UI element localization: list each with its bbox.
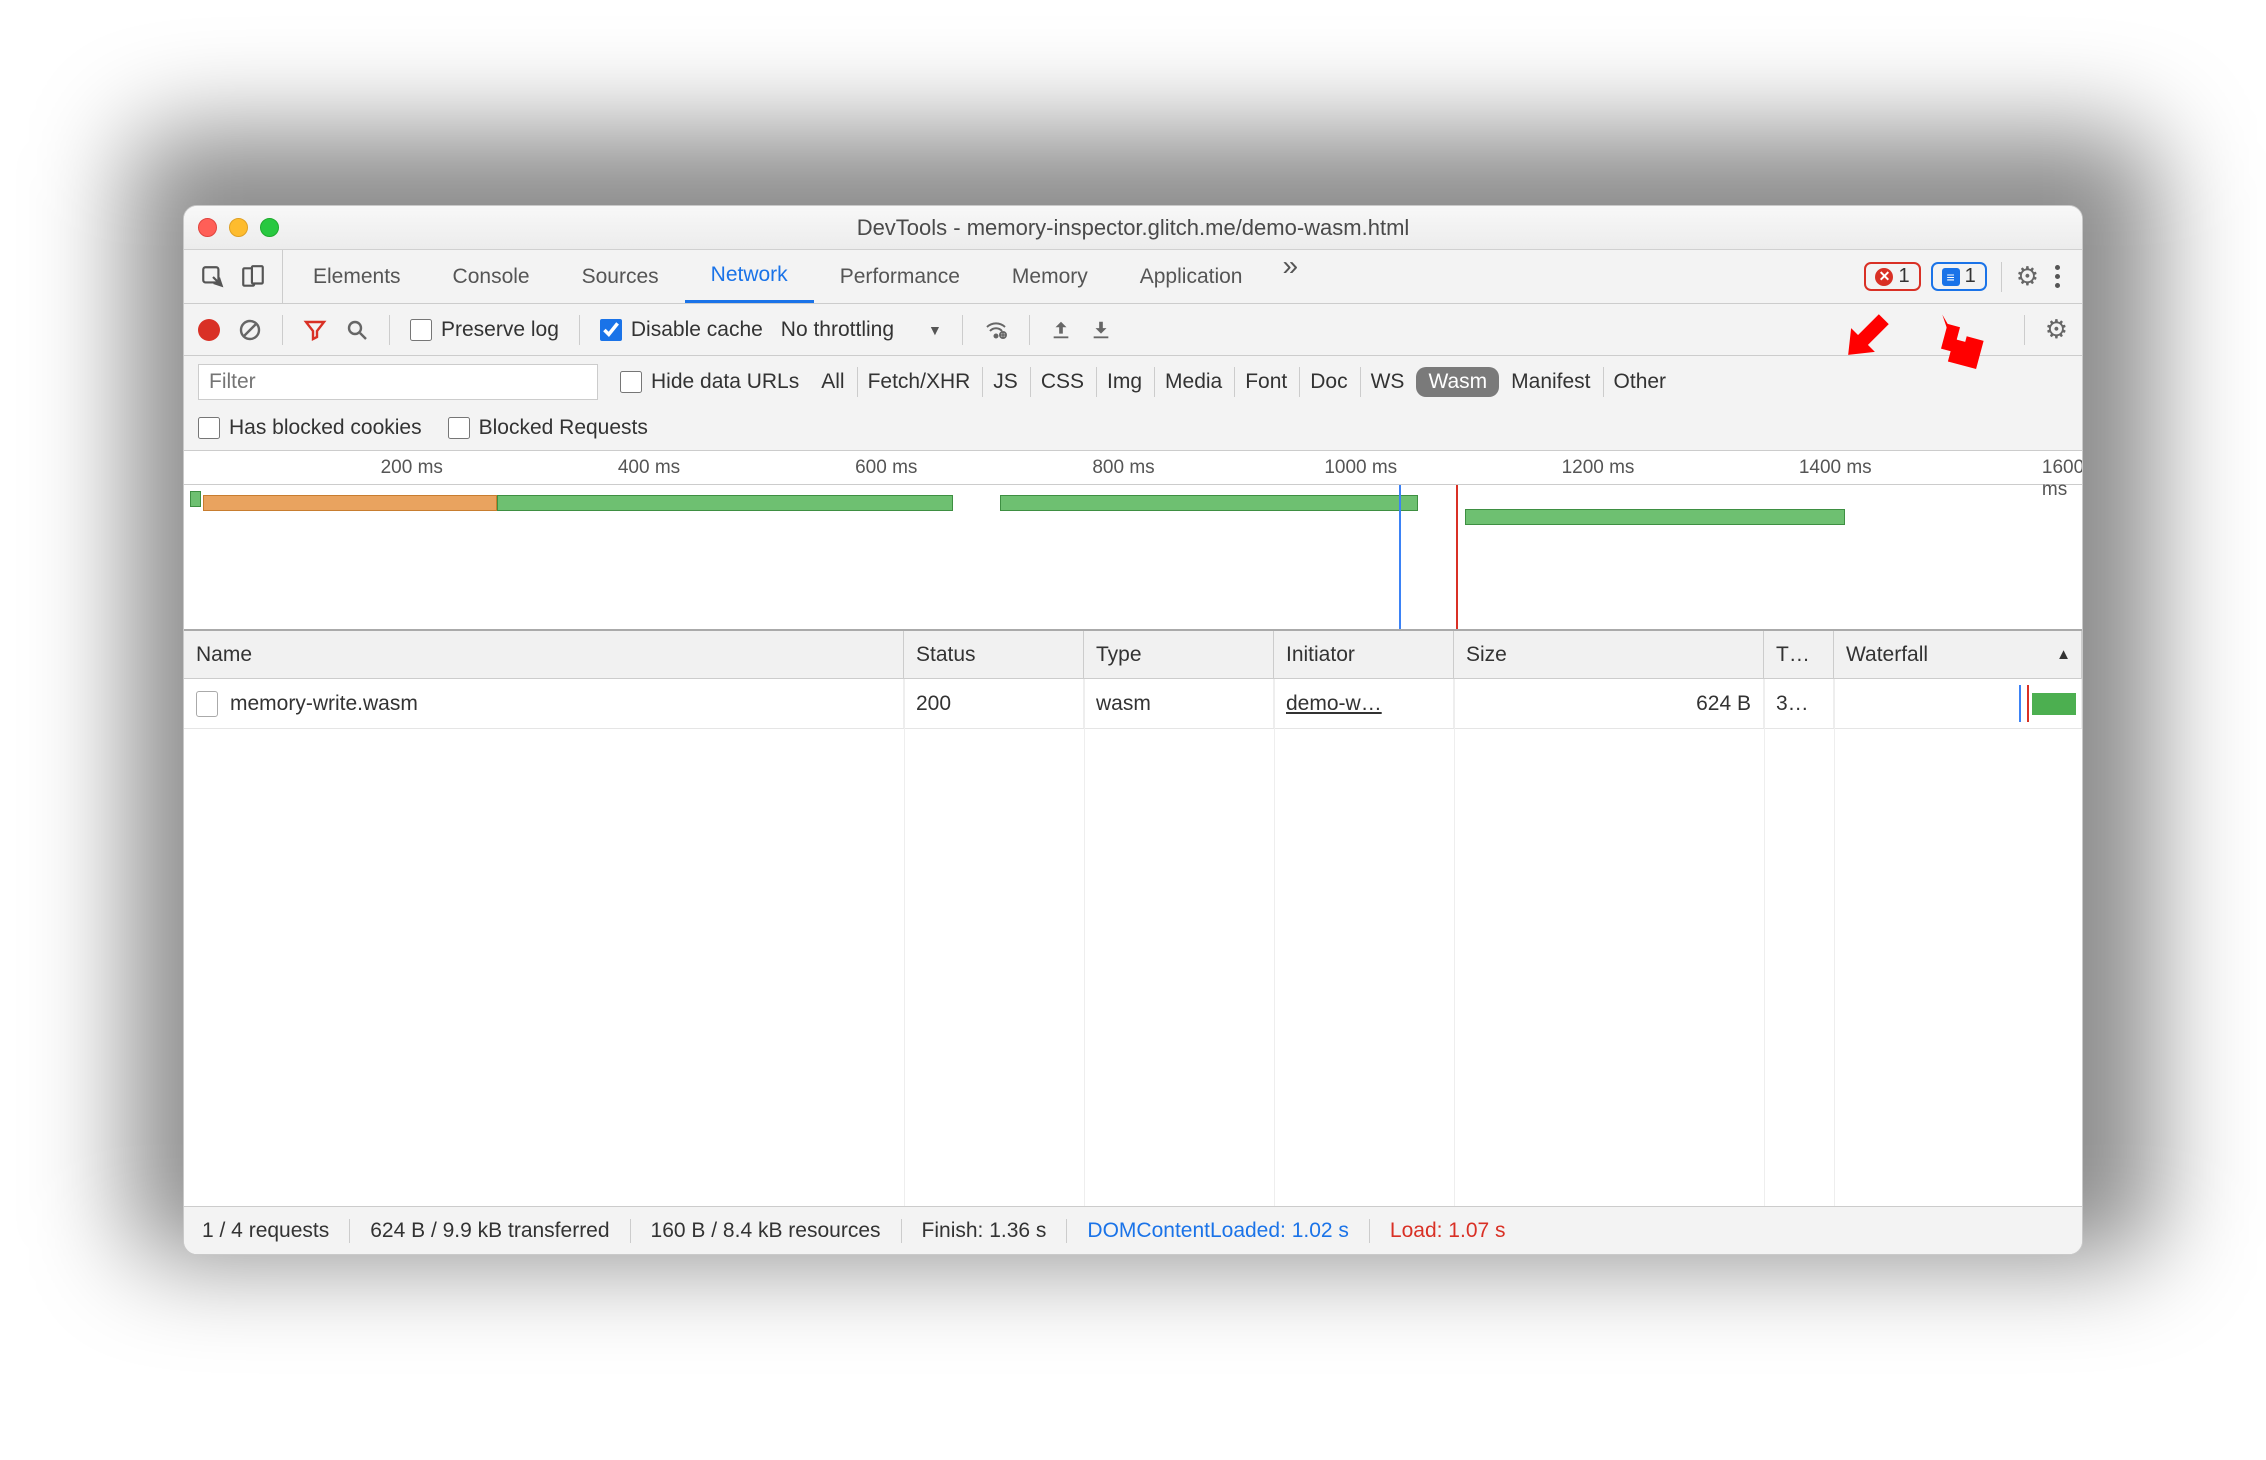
status-requests: 1 / 4 requests: [202, 1219, 350, 1243]
type-ws[interactable]: WS: [1360, 367, 1415, 397]
tab-application[interactable]: Application: [1114, 250, 1269, 303]
col-time[interactable]: T…: [1764, 631, 1834, 678]
filter-input[interactable]: [198, 364, 598, 400]
panel-tabs: Elements Console Sources Network Perform…: [287, 250, 1268, 303]
col-size[interactable]: Size: [1454, 631, 1764, 678]
tabstrip: Elements Console Sources Network Perform…: [184, 250, 2082, 304]
status-transferred: 624 B / 9.9 kB transferred: [350, 1219, 630, 1243]
tab-elements[interactable]: Elements: [287, 250, 427, 303]
error-icon: ✕: [1875, 268, 1893, 286]
table-header: Name Status Type Initiator Size T… Water…: [184, 631, 2082, 679]
col-initiator[interactable]: Initiator: [1274, 631, 1454, 678]
overview-body: [184, 485, 2082, 629]
disable-cache-checkbox[interactable]: Disable cache: [600, 318, 763, 342]
clear-icon[interactable]: [238, 318, 262, 342]
tab-sources[interactable]: Sources: [556, 250, 685, 303]
tick-200: 200 ms: [381, 457, 443, 479]
tick-1000: 1000 ms: [1324, 457, 1397, 479]
col-type[interactable]: Type: [1084, 631, 1274, 678]
network-settings-icon[interactable]: [2045, 314, 2068, 345]
table-body: memory-write.wasm 200 wasm demo-w… 624 B…: [184, 679, 2082, 1206]
network-conditions-icon[interactable]: [983, 318, 1009, 342]
file-icon: [196, 691, 218, 717]
tab-network[interactable]: Network: [685, 250, 814, 303]
throttling-select[interactable]: No throttling ▼: [781, 318, 942, 342]
window-title: DevTools - memory-inspector.glitch.me/de…: [184, 215, 2082, 241]
hide-data-urls-label: Hide data URLs: [651, 370, 799, 394]
blocked-requests-label: Blocked Requests: [479, 416, 648, 440]
download-icon[interactable]: [1090, 319, 1112, 341]
col-name[interactable]: Name: [184, 631, 904, 678]
type-fetch-xhr[interactable]: Fetch/XHR: [857, 367, 981, 397]
sort-asc-icon: ▲: [2056, 646, 2071, 663]
tab-memory[interactable]: Memory: [986, 250, 1114, 303]
overview-ruler: 200 ms 400 ms 600 ms 800 ms 1000 ms 1200…: [184, 451, 2082, 485]
type-js[interactable]: JS: [982, 367, 1028, 397]
cell-initiator: demo-w…: [1274, 679, 1454, 728]
filter-icon[interactable]: [303, 318, 327, 342]
type-manifest[interactable]: Manifest: [1501, 367, 1600, 397]
status-dcl: DOMContentLoaded: 1.02 s: [1067, 1219, 1370, 1243]
record-button[interactable]: [198, 319, 220, 341]
type-font[interactable]: Font: [1234, 367, 1297, 397]
cell-name: memory-write.wasm: [184, 679, 904, 728]
message-icon: ≡: [1942, 268, 1960, 286]
blocked-requests-checkbox[interactable]: Blocked Requests: [448, 416, 648, 440]
cell-type: wasm: [1084, 679, 1274, 728]
type-doc[interactable]: Doc: [1299, 367, 1357, 397]
type-filters: All Fetch/XHR JS CSS Img Media Font Doc …: [821, 367, 1676, 397]
type-css[interactable]: CSS: [1030, 367, 1094, 397]
kebab-menu-icon[interactable]: [2049, 265, 2066, 288]
cell-waterfall: [1834, 679, 2082, 728]
status-finish: Finish: 1.36 s: [902, 1219, 1068, 1243]
status-load: Load: 1.07 s: [1370, 1219, 1526, 1243]
hide-data-urls-checkbox[interactable]: Hide data URLs: [620, 370, 799, 394]
overview-timeline[interactable]: 200 ms 400 ms 600 ms 800 ms 1000 ms 1200…: [184, 451, 2082, 631]
cell-name-text: memory-write.wasm: [230, 692, 418, 716]
tick-1400: 1400 ms: [1799, 457, 1872, 479]
type-all[interactable]: All: [821, 367, 854, 397]
upload-icon[interactable]: [1050, 319, 1072, 341]
tick-600: 600 ms: [855, 457, 917, 479]
messages-badge[interactable]: ≡ 1: [1931, 262, 1987, 291]
tab-performance[interactable]: Performance: [814, 250, 986, 303]
devtools-window: DevTools - memory-inspector.glitch.me/de…: [183, 205, 2083, 1255]
has-blocked-cookies-label: Has blocked cookies: [229, 416, 422, 440]
tick-1200: 1200 ms: [1562, 457, 1635, 479]
tick-800: 800 ms: [1092, 457, 1154, 479]
tab-console[interactable]: Console: [427, 250, 556, 303]
error-count: 1: [1898, 265, 1909, 288]
more-tabs-chevron-icon[interactable]: »: [1272, 250, 1308, 303]
preserve-log-checkbox[interactable]: Preserve log: [410, 318, 559, 342]
type-other[interactable]: Other: [1603, 367, 1677, 397]
cell-status: 200: [904, 679, 1084, 728]
message-count: 1: [1965, 265, 1976, 288]
initiator-link[interactable]: demo-w…: [1286, 692, 1382, 716]
cell-time: 3…: [1764, 679, 1834, 728]
throttling-value: No throttling: [781, 318, 894, 342]
settings-icon[interactable]: [2016, 261, 2039, 292]
status-bar: 1 / 4 requests 624 B / 9.9 kB transferre…: [184, 1206, 2082, 1254]
network-toolbar: Preserve log Disable cache No throttling…: [184, 304, 2082, 356]
type-media[interactable]: Media: [1154, 367, 1232, 397]
table-row[interactable]: memory-write.wasm 200 wasm demo-w… 624 B…: [184, 679, 2082, 729]
requests-table: Name Status Type Initiator Size T… Water…: [184, 631, 2082, 1206]
cell-size: 624 B: [1454, 679, 1764, 728]
type-img[interactable]: Img: [1096, 367, 1152, 397]
titlebar: DevTools - memory-inspector.glitch.me/de…: [184, 206, 2082, 250]
col-waterfall-label: Waterfall: [1846, 643, 1928, 667]
search-icon[interactable]: [345, 318, 369, 342]
has-blocked-cookies-checkbox[interactable]: Has blocked cookies: [198, 416, 422, 440]
col-status[interactable]: Status: [904, 631, 1084, 678]
preserve-log-label: Preserve log: [441, 318, 559, 342]
disable-cache-label: Disable cache: [631, 318, 763, 342]
col-waterfall[interactable]: Waterfall ▲: [1834, 631, 2082, 678]
filter-bar: Hide data URLs All Fetch/XHR JS CSS Img …: [184, 356, 2082, 451]
type-wasm[interactable]: Wasm: [1416, 367, 1499, 397]
inspect-icon[interactable]: [200, 264, 226, 290]
device-toggle-icon[interactable]: [240, 264, 266, 290]
error-badge[interactable]: ✕ 1: [1864, 262, 1920, 291]
tick-400: 400 ms: [618, 457, 680, 479]
status-resources: 160 B / 8.4 kB resources: [631, 1219, 902, 1243]
